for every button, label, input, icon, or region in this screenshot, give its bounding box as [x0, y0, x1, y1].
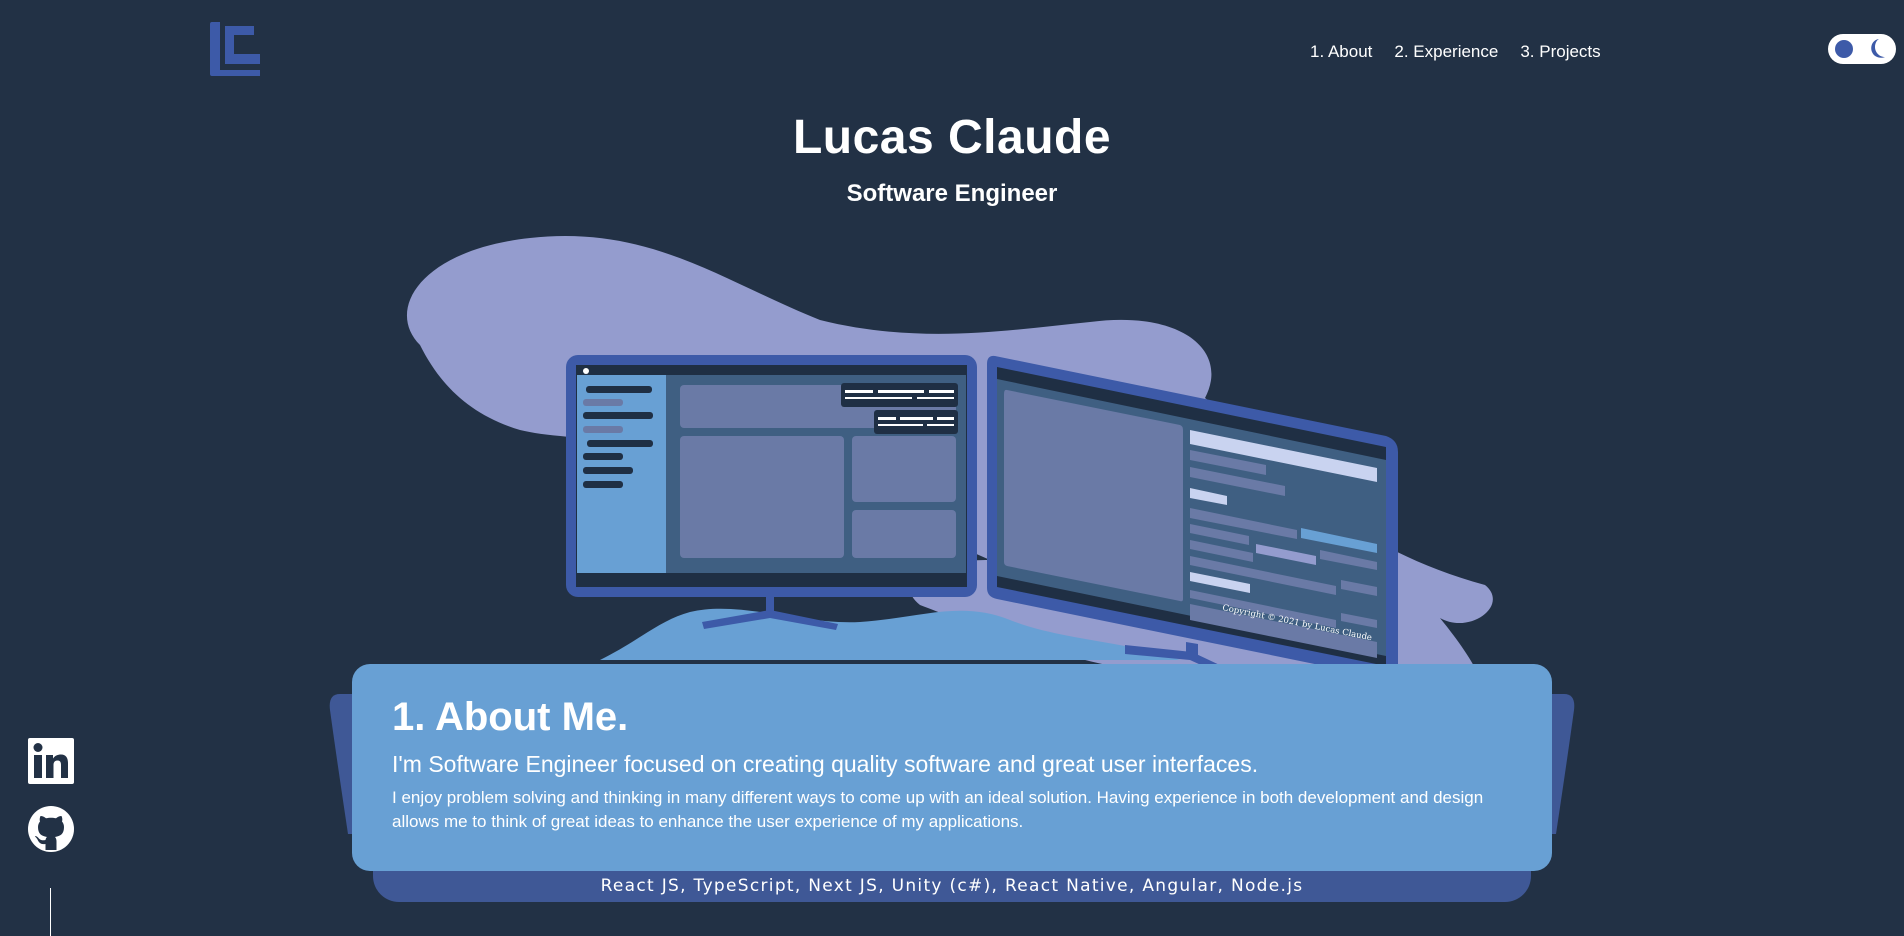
hero-role: Software Engineer	[846, 180, 1058, 207]
nav-link-about[interactable]: 1. About	[1310, 42, 1372, 62]
linkedin-icon[interactable]	[28, 738, 74, 784]
moon-icon	[1871, 39, 1885, 58]
nav-link-projects[interactable]: 3. Projects	[1520, 42, 1600, 62]
social-divider-line	[50, 888, 51, 936]
main-nav: 1. About 2. Experience 3. Projects	[1310, 42, 1601, 62]
about-body: I enjoy problem solving and thinking in …	[392, 788, 1484, 831]
about-section: 1. About Me. I'm Software Engineer focus…	[352, 664, 1552, 871]
left-monitor	[566, 355, 977, 630]
logo-icon[interactable]	[210, 22, 262, 76]
nav-link-experience[interactable]: 2. Experience	[1394, 42, 1498, 62]
hero-name: Lucas Claude	[792, 111, 1112, 164]
about-heading: 1. About Me.	[392, 695, 629, 739]
skills-list: React JS, TypeScript, Next JS, Unity (c#…	[600, 876, 1304, 896]
theme-toggle[interactable]	[1828, 34, 1896, 64]
about-lead: I'm Software Engineer focused on creatin…	[392, 751, 1259, 777]
social-links	[28, 738, 74, 852]
top-navigation: 1. About 2. Experience 3. Projects	[0, 0, 1904, 100]
toggle-knob	[1835, 40, 1853, 58]
github-icon[interactable]	[28, 806, 74, 852]
